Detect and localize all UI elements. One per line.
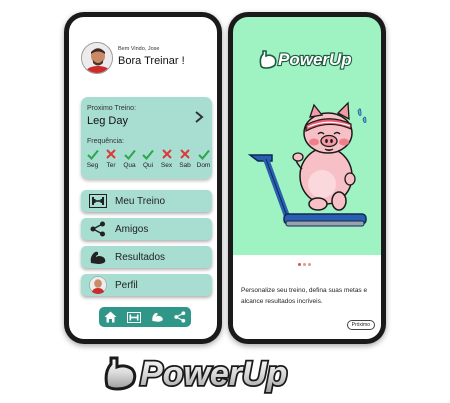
check-icon xyxy=(85,148,100,160)
cross-icon xyxy=(159,148,174,160)
share-icon xyxy=(87,218,109,240)
page-dot[interactable] xyxy=(303,263,306,266)
next-button[interactable]: Próximo xyxy=(346,320,375,330)
frequency-day-label: Ter xyxy=(106,162,116,169)
check-icon xyxy=(196,148,211,160)
onboarding-description: Personalize seu treino, defina suas meta… xyxy=(241,287,368,305)
svg-text:PowerUp: PowerUp xyxy=(278,50,352,69)
onboarding-screen: PowerUp Personalize seu treino, defina s… xyxy=(233,17,381,339)
frequency-day-label: Seg xyxy=(86,162,99,169)
page-indicator xyxy=(298,263,311,266)
home-screen: Bem Vindo, Jose Bora Treinar ! Proximo T… xyxy=(69,17,217,339)
menu-label-meu-treino: Meu Treino xyxy=(115,195,166,207)
menu-button-resultados[interactable]: Resultados xyxy=(81,246,212,268)
avatar-icon xyxy=(87,274,109,296)
muscle-icon[interactable] xyxy=(151,311,164,323)
frequency-day-qua: Qua xyxy=(122,148,137,169)
cross-icon xyxy=(104,148,119,160)
frequency-day-sab: Sab xyxy=(178,148,193,169)
page-dot-active[interactable] xyxy=(298,263,301,266)
frequency-days: Seg Ter Qua Qui Sex Sab Dom xyxy=(85,148,211,169)
frequency-day-label: Qua xyxy=(123,162,136,169)
frequency-day-sex: Sex xyxy=(159,148,174,169)
menu-label-resultados: Resultados xyxy=(115,251,166,263)
frequency-day-label: Sab xyxy=(179,162,191,169)
frequency-day-label: Sex xyxy=(160,162,173,169)
user-header: Bem Vindo, Jose Bora Treinar ! xyxy=(81,42,211,76)
frequency-day-label: Qui xyxy=(142,162,154,169)
dumbbell-icon[interactable] xyxy=(127,311,141,323)
welcome-text: Bem Vindo, Jose xyxy=(118,46,160,52)
check-icon xyxy=(141,148,156,160)
frequency-day-ter: Ter xyxy=(104,148,119,169)
dumbbell-icon xyxy=(87,190,109,212)
home-phone-frame: Bem Vindo, Jose Bora Treinar ! Proximo T… xyxy=(64,12,222,344)
svg-text:PowerUp: PowerUp xyxy=(140,355,287,393)
next-training-label: Proximo Treino: xyxy=(87,105,137,112)
next-training-value: Leg Day xyxy=(87,115,128,127)
frequency-day-qui: Qui xyxy=(141,148,156,169)
share-icon[interactable] xyxy=(174,311,186,323)
page-dot[interactable] xyxy=(308,263,311,266)
pig-treadmill-illustration xyxy=(247,101,367,227)
menu-button-amigos[interactable]: Amigos xyxy=(81,218,212,240)
frequency-day-label: Dom xyxy=(196,162,211,169)
menu-label-perfil: Perfil xyxy=(115,279,138,291)
next-training-card[interactable]: Proximo Treino: Leg Day Frequência: Seg T… xyxy=(81,97,212,179)
frequency-day-dom: Dom xyxy=(196,148,211,169)
powerup-logo: PowerUp xyxy=(259,49,353,70)
onboarding-phone-frame: PowerUp Personalize seu treino, defina s… xyxy=(228,12,386,344)
powerup-brand-logo: PowerUp xyxy=(104,353,289,395)
muscle-icon xyxy=(87,246,109,268)
onboarding-sheet: Personalize seu treino, defina suas meta… xyxy=(233,255,381,339)
menu-button-perfil[interactable]: Perfil xyxy=(81,274,212,296)
menu-button-meu-treino[interactable]: Meu Treino xyxy=(81,190,212,212)
check-icon xyxy=(122,148,137,160)
home-icon[interactable] xyxy=(104,311,117,323)
chevron-right-icon[interactable] xyxy=(194,111,204,123)
greeting-text: Bora Treinar ! xyxy=(118,55,185,67)
avatar[interactable] xyxy=(81,42,113,74)
frequency-label: Frequência: xyxy=(87,138,124,145)
cross-icon xyxy=(178,148,193,160)
bottom-navigation xyxy=(99,307,191,327)
frequency-day-seg: Seg xyxy=(85,148,100,169)
menu-label-amigos: Amigos xyxy=(115,223,149,235)
